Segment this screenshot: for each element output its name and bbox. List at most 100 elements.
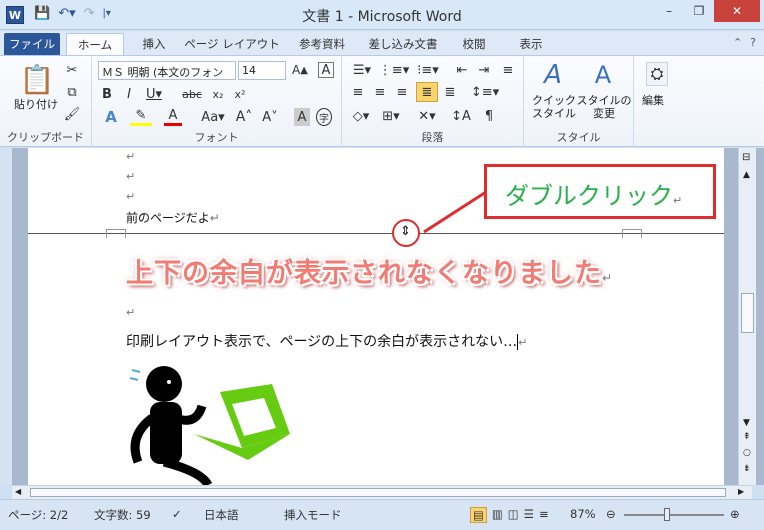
tab-view[interactable]: 表示 <box>506 33 556 55</box>
font-name-field[interactable]: ＭＳ 明朝 (本文のフォン <box>98 61 236 80</box>
language[interactable]: 日本語 <box>204 507 239 523</box>
format-painter-icon[interactable]: 🖌 <box>64 106 81 122</box>
outline-icon[interactable]: ☰ <box>524 507 534 523</box>
change-styles-icon[interactable]: A <box>588 60 618 90</box>
change-case-icon[interactable]: Aa▾ <box>200 108 226 126</box>
laptop-icon <box>194 384 290 460</box>
bold-icon[interactable]: B <box>100 86 114 102</box>
strikethrough-icon[interactable]: abc <box>180 86 204 102</box>
callout-text: ダブルクリック↵ <box>505 182 683 210</box>
copy-icon[interactable]: ⧉ <box>64 84 80 100</box>
font-group-label: フォント <box>194 131 239 144</box>
numbering-icon[interactable]: ⋮≡▾ <box>379 62 409 78</box>
tab-file[interactable]: ファイル <box>4 33 60 55</box>
highlight-icon[interactable]: ✎ <box>130 108 152 126</box>
shading-icon[interactable]: ◇▾ <box>350 108 372 124</box>
enclose-char-icon[interactable]: 字 <box>316 108 332 126</box>
ribbon: 📋 貼り付け ✂ ⧉ 🖌 クリップボード ＭＳ 明朝 (本文のフォン 14 A ▲… <box>0 55 764 147</box>
text-direction-icon[interactable]: ✕▾ <box>416 108 438 124</box>
italic-icon[interactable]: I <box>122 86 136 102</box>
paste-icon[interactable]: 📋 <box>18 60 56 98</box>
bullets-icon[interactable]: ☰▾ <box>350 62 374 78</box>
vertical-scroll-thumb[interactable] <box>741 293 754 333</box>
show-formatting-icon[interactable]: ¶ <box>482 108 496 124</box>
scroll-right-icon[interactable]: ▶ <box>738 487 744 496</box>
full-screen-reading-icon[interactable]: ▥ <box>492 507 503 523</box>
help-icon[interactable]: ? <box>750 36 756 49</box>
editing-label[interactable]: 編集 <box>642 92 664 108</box>
tab-mailings[interactable]: 差し込み文書 <box>362 33 444 55</box>
clipboard-group-label: クリップボード <box>7 131 84 144</box>
grow-font-size-icon[interactable]: A˄ <box>236 108 253 126</box>
prev-page-icon[interactable]: ⇞ <box>743 432 751 442</box>
scroll-down-icon[interactable]: ▼ <box>743 418 750 428</box>
text-effects-icon[interactable]: A <box>100 108 122 126</box>
align-right-icon[interactable]: ≡ <box>394 84 410 100</box>
zoom-slider-thumb[interactable] <box>664 508 670 521</box>
insert-mode[interactable]: 挿入モード <box>284 507 342 523</box>
paragraph-mark: ↵ <box>126 150 136 163</box>
font-size-field[interactable]: 14 <box>238 61 286 80</box>
restore-button[interactable]: ❐ <box>684 0 714 22</box>
close-button[interactable]: ✕ <box>714 0 760 22</box>
grow-font-icon[interactable]: A ▲ <box>292 62 308 78</box>
person-icon <box>129 366 213 485</box>
quick-styles-label[interactable]: クイック スタイル <box>530 94 578 120</box>
asian-layout-icon[interactable]: ≡ <box>500 62 516 78</box>
page-boundary-line[interactable] <box>28 233 724 234</box>
paragraph-group-label: 段落 <box>421 131 444 144</box>
shrink-font-icon[interactable]: A˅ <box>262 108 278 126</box>
clear-format-icon[interactable]: A <box>318 62 334 78</box>
resize-cursor-icon: ⇕ <box>400 224 411 239</box>
scroll-up-icon[interactable]: ▲ <box>743 170 750 180</box>
double-click-target-circle[interactable]: ⇕ <box>392 219 420 247</box>
horizontal-scrollbar[interactable]: ◀ ▶ <box>12 485 752 499</box>
subscript-icon[interactable]: x₂ <box>210 86 226 102</box>
font-color-icon[interactable]: A <box>164 108 182 126</box>
tab-insert[interactable]: 挿入 <box>134 33 174 55</box>
superscript-icon[interactable]: x² <box>232 86 248 102</box>
margin-mark-right <box>622 229 642 238</box>
vertical-scrollbar[interactable]: ⊟ ▲ ▼ ⇞ ○ ⇟ <box>738 148 756 485</box>
horizontal-scroll-thumb[interactable] <box>30 488 726 497</box>
underline-icon[interactable]: U▾ <box>144 86 164 102</box>
justify-icon[interactable]: ≣ <box>416 82 438 102</box>
web-layout-icon[interactable]: ◫ <box>508 507 519 523</box>
page-count[interactable]: ページ: 2/2 <box>8 507 68 523</box>
sort-icon[interactable]: ↕A <box>451 108 471 124</box>
browse-object-icon[interactable]: ○ <box>743 448 751 458</box>
ribbon-collapse-icon[interactable]: ⌃ <box>733 36 742 49</box>
tab-review[interactable]: 校閲 <box>456 33 492 55</box>
word-count[interactable]: 文字数: 59 <box>94 507 151 523</box>
borders-icon[interactable]: ⊞▾ <box>380 108 402 124</box>
zoom-slider[interactable] <box>624 508 724 521</box>
char-shading-icon[interactable]: A <box>294 108 310 126</box>
tab-page-layout[interactable]: ページ レイアウト <box>182 33 282 55</box>
quick-styles-icon[interactable]: A <box>538 60 568 90</box>
decrease-indent-icon[interactable]: ⇤ <box>454 62 470 78</box>
zoom-level[interactable]: 87% <box>570 507 596 521</box>
minimize-button[interactable]: – <box>654 0 684 22</box>
binoculars-icon[interactable]: ⛭ <box>646 62 668 86</box>
zoom-in-icon[interactable]: ⊕ <box>730 507 740 521</box>
title-bar: W 💾 ↶▾ ↷ |▾ 文書 1 - Microsoft Word – ❐ ✕ <box>0 0 764 30</box>
next-page-icon[interactable]: ⇟ <box>743 464 751 474</box>
paste-button-label[interactable]: 貼り付け <box>14 96 58 112</box>
multilevel-list-icon[interactable]: ⁝≡▾ <box>416 62 440 78</box>
align-left-icon[interactable]: ≡ <box>350 84 366 100</box>
align-center-icon[interactable]: ≡ <box>372 84 388 100</box>
tab-home[interactable]: ホーム <box>66 33 124 55</box>
distributed-icon[interactable]: ≣ <box>442 84 458 100</box>
draft-icon[interactable]: ≡ <box>539 507 549 523</box>
scroll-left-icon[interactable]: ◀ <box>15 487 21 496</box>
print-layout-icon[interactable]: ▤ <box>470 507 487 523</box>
line-spacing-icon[interactable]: ↕≡▾ <box>471 84 499 100</box>
change-styles-label[interactable]: スタイルの 変更 <box>576 94 632 120</box>
tab-references[interactable]: 参考資料 <box>290 33 354 55</box>
zoom-out-icon[interactable]: ⊖ <box>606 507 616 521</box>
cut-icon[interactable]: ✂ <box>64 62 80 78</box>
ruler-toggle-icon[interactable]: ⊟ <box>742 152 750 163</box>
paragraph-mark: ↵ <box>126 190 136 203</box>
increase-indent-icon[interactable]: ⇥ <box>476 62 492 78</box>
proofing-icon[interactable]: ✓ <box>172 507 182 521</box>
